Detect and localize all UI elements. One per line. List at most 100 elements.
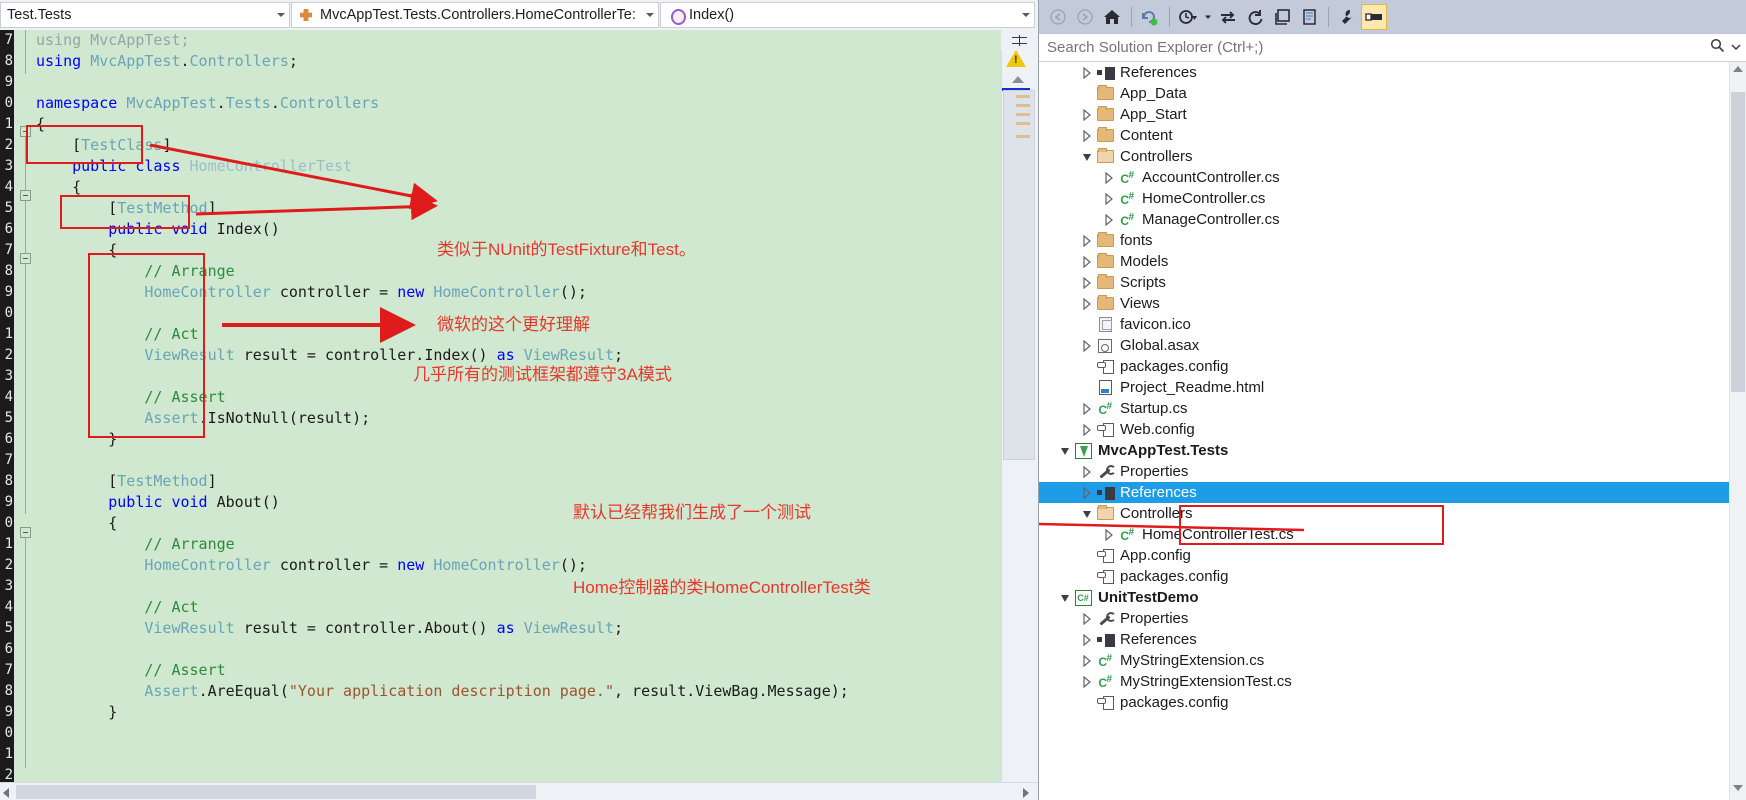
tree-item[interactable]: Web.config — [1039, 419, 1729, 440]
tree-item[interactable]: References — [1039, 629, 1729, 650]
chevron-down-icon[interactable] — [1731, 39, 1741, 57]
chevron-right-icon[interactable] — [1079, 398, 1095, 419]
chevron-down-icon[interactable] — [1079, 503, 1095, 524]
warning-triangle-icon[interactable] — [1006, 50, 1028, 70]
chevron-right-icon[interactable] — [1079, 62, 1095, 83]
tree-item[interactable]: Global.asax — [1039, 335, 1729, 356]
tree-item[interactable]: Controllers — [1039, 503, 1729, 524]
search-magnifier-icon[interactable] — [1710, 38, 1725, 58]
chevron-right-icon[interactable] — [1079, 125, 1095, 146]
chevron-right-icon[interactable] — [1079, 272, 1095, 293]
tree-item[interactable]: Properties — [1039, 608, 1729, 629]
chevron-down-icon[interactable] — [1202, 4, 1214, 30]
project-dropdown[interactable]: Test.Tests — [0, 2, 290, 28]
tree-item[interactable]: Content — [1039, 125, 1729, 146]
scroll-right-arrow-icon[interactable] — [1020, 786, 1032, 798]
solution-explorer-search[interactable] — [1039, 34, 1746, 62]
code-text-area[interactable]: 7890123456789012345678901234567890123 us… — [0, 30, 1001, 800]
collapse-all-icon[interactable] — [1269, 4, 1295, 30]
refresh-icon[interactable] — [1242, 4, 1268, 30]
line-number: 7 — [4, 32, 13, 48]
outline-collapse-namespace[interactable] — [20, 126, 31, 137]
scroll-up-arrow-icon[interactable] — [1008, 72, 1028, 86]
show-all-files-icon[interactable] — [1296, 4, 1322, 30]
tree-item[interactable]: App_Start — [1039, 104, 1729, 125]
chevron-right-icon[interactable] — [1101, 167, 1117, 188]
chevron-right-icon[interactable] — [1101, 188, 1117, 209]
tree-item-label: Project_Readme.html — [1120, 379, 1265, 396]
scroll-left-arrow-icon[interactable] — [2, 786, 14, 798]
chevron-right-icon[interactable] — [1101, 524, 1117, 545]
tree-item[interactable]: Views — [1039, 293, 1729, 314]
type-dropdown[interactable]: MvcAppTest.Tests.Controllers.HomeControl… — [291, 2, 659, 28]
search-input[interactable] — [1039, 38, 1710, 57]
tree-item[interactable]: packages.config — [1039, 356, 1729, 377]
tree-item[interactable]: C# AccountController.cs — [1039, 167, 1729, 188]
editor-horizontal-scrollbar[interactable] — [0, 782, 1038, 800]
tree-item[interactable]: References — [1039, 482, 1729, 503]
tree-item[interactable]: C# UnitTestDemo — [1039, 587, 1729, 608]
expander-placeholder — [1079, 356, 1095, 377]
chevron-right-icon[interactable] — [1079, 419, 1095, 440]
chevron-right-icon[interactable] — [1079, 650, 1095, 671]
chevron-right-icon[interactable] — [1079, 608, 1095, 629]
pending-changes-icon[interactable] — [1137, 4, 1163, 30]
home-icon[interactable] — [1099, 4, 1125, 30]
forward-arrow-icon[interactable] — [1072, 4, 1098, 30]
solution-scroll-thumb[interactable] — [1731, 92, 1745, 392]
chevron-down-icon[interactable] — [1079, 146, 1095, 167]
chevron-right-icon[interactable] — [1079, 104, 1095, 125]
scroll-down-arrow-icon[interactable] — [1733, 785, 1744, 796]
solution-explorer-tree[interactable]: References App_Data App_Start Content Contro… — [1039, 62, 1729, 800]
editor-hscroll-thumb[interactable] — [16, 785, 536, 799]
tree-item[interactable]: App.config — [1039, 545, 1729, 566]
tree-item[interactable]: packages.config — [1039, 692, 1729, 713]
tree-item[interactable]: packages.config — [1039, 566, 1729, 587]
chevron-right-icon[interactable] — [1101, 209, 1117, 230]
tree-item[interactable]: fonts — [1039, 230, 1729, 251]
chevron-right-icon[interactable] — [1079, 482, 1095, 503]
tree-item[interactable]: Controllers — [1039, 146, 1729, 167]
line-number: 3 — [4, 368, 13, 384]
tree-item[interactable]: favicon.ico — [1039, 314, 1729, 335]
properties-wrench-icon[interactable] — [1334, 4, 1360, 30]
tree-item[interactable]: C# ManageController.cs — [1039, 209, 1729, 230]
split-window-icon[interactable] — [1001, 30, 1038, 50]
tree-item[interactable]: C# Startup.cs — [1039, 398, 1729, 419]
tree-item[interactable]: Scripts — [1039, 272, 1729, 293]
outline-collapse-class[interactable] — [20, 190, 31, 201]
tree-item[interactable]: C# MyStringExtension.cs — [1039, 650, 1729, 671]
chevron-right-icon[interactable] — [1079, 461, 1095, 482]
tree-item[interactable]: C# HomeControllerTest.cs — [1039, 524, 1729, 545]
member-dropdown[interactable]: Index() — [660, 2, 1035, 28]
preview-selected-items-icon[interactable] — [1175, 4, 1201, 30]
code-line: } — [36, 703, 118, 721]
chevron-right-icon[interactable] — [1079, 251, 1095, 272]
view-designer-icon[interactable] — [1361, 4, 1387, 30]
tree-item[interactable]: Models — [1039, 251, 1729, 272]
back-arrow-icon[interactable] — [1045, 4, 1071, 30]
chevron-right-icon[interactable] — [1079, 335, 1095, 356]
outline-collapse-about[interactable] — [20, 527, 31, 538]
chevron-right-icon[interactable] — [1079, 293, 1095, 314]
tree-item[interactable]: MvcAppTest.Tests — [1039, 440, 1729, 461]
solution-explorer-toolbar — [1039, 0, 1746, 34]
tree-item[interactable]: Project_Readme.html — [1039, 377, 1729, 398]
chevron-right-icon[interactable] — [1079, 671, 1095, 692]
outline-collapse-index[interactable] — [20, 253, 31, 264]
tree-item[interactable]: References — [1039, 62, 1729, 83]
tree-item[interactable]: Properties — [1039, 461, 1729, 482]
editor-scroll-thumb[interactable] — [1003, 90, 1035, 460]
scroll-up-arrow-icon[interactable] — [1733, 66, 1744, 77]
line-number: 0 — [4, 305, 13, 321]
tree-item[interactable]: C# MyStringExtensionTest.cs — [1039, 671, 1729, 692]
sync-with-active-document-icon[interactable] — [1215, 4, 1241, 30]
chevron-right-icon[interactable] — [1079, 230, 1095, 251]
solution-explorer-vertical-scrollbar[interactable] — [1729, 62, 1746, 800]
chevron-down-icon[interactable] — [1057, 440, 1073, 461]
chevron-right-icon[interactable] — [1079, 629, 1095, 650]
tree-item[interactable]: C# HomeController.cs — [1039, 188, 1729, 209]
outlining-column[interactable] — [18, 30, 34, 800]
tree-item[interactable]: App_Data — [1039, 83, 1729, 104]
chevron-down-icon[interactable] — [1057, 587, 1073, 608]
